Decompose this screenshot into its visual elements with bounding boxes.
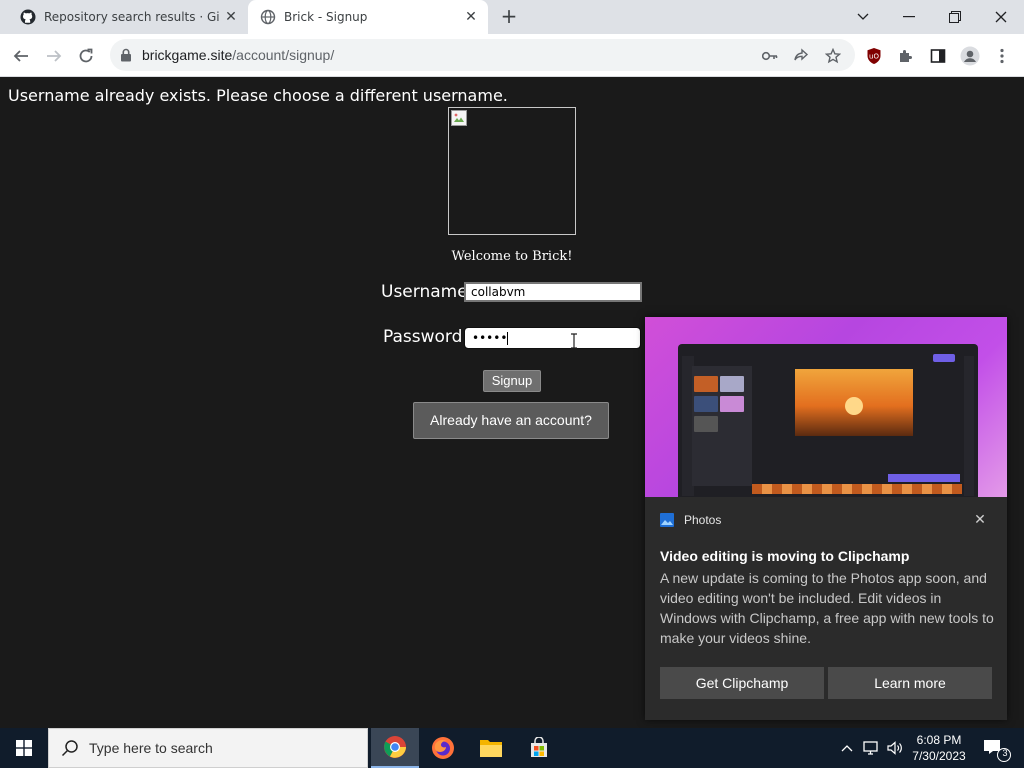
tab-search-chevron-icon[interactable]	[840, 0, 886, 34]
toast-app-name: Photos	[684, 513, 722, 527]
chrome-menu-icon[interactable]	[989, 43, 1015, 69]
new-tab-button[interactable]: +	[498, 6, 520, 28]
forward-button[interactable]	[41, 43, 67, 69]
url-domain: brickgame.site	[142, 47, 233, 63]
volume-icon[interactable]	[884, 728, 906, 768]
github-icon	[20, 9, 36, 25]
ibeam-cursor-icon	[571, 333, 577, 349]
password-key-icon[interactable]	[761, 47, 779, 65]
toast-close-icon[interactable]: ✕	[973, 513, 987, 527]
start-button[interactable]	[0, 728, 48, 768]
clock-date: 7/30/2023	[912, 749, 966, 763]
search-icon	[61, 740, 78, 757]
close-tab-icon[interactable]: ✕	[464, 10, 478, 24]
minimize-button[interactable]	[886, 0, 932, 34]
side-panel-icon[interactable]	[925, 43, 951, 69]
learn-more-button[interactable]: Learn more	[828, 667, 992, 699]
file-explorer-taskbar-icon[interactable]	[467, 728, 515, 768]
taskbar-clock[interactable]: 6:08 PM 7/30/2023	[906, 732, 972, 764]
firefox-taskbar-icon[interactable]	[419, 728, 467, 768]
error-message: Username already exists. Please choose a…	[8, 86, 508, 105]
tab-title: Repository search results · GitHub	[44, 10, 219, 24]
password-input[interactable]: •••••	[464, 327, 641, 349]
tab-strip: Repository search results · GitHub ✕ Bri…	[0, 0, 1024, 34]
username-input[interactable]: collabvm	[464, 282, 642, 302]
brick-logo-image	[448, 107, 576, 235]
toast-title: Video editing is moving to Clipchamp	[660, 548, 910, 564]
tab-brick-signup[interactable]: Brick - Signup ✕	[248, 0, 488, 34]
action-center-button[interactable]: 3	[978, 728, 1024, 768]
clipchamp-app-screenshot	[678, 344, 978, 497]
reload-button[interactable]	[73, 43, 99, 69]
network-icon[interactable]	[860, 728, 882, 768]
address-bar[interactable]: brickgame.site/account/signup/	[110, 39, 855, 71]
welcome-text: Welcome to Brick!	[451, 249, 573, 264]
url-path: /account/signup/	[232, 47, 335, 63]
ublock-origin-icon[interactable]: uO	[861, 43, 887, 69]
notification-count-badge: 3	[1002, 748, 1008, 758]
text-caret	[507, 332, 509, 345]
chrome-taskbar-icon[interactable]	[371, 728, 419, 768]
clipchamp-hero-image	[645, 317, 1007, 497]
profile-avatar[interactable]	[957, 43, 983, 69]
signup-button[interactable]: Signup	[483, 370, 541, 392]
username-label: Username:	[381, 282, 474, 302]
bookmark-star-icon[interactable]	[824, 47, 842, 65]
toast-body: A new update is coming to the Photos app…	[660, 570, 994, 646]
windows-logo-icon	[16, 740, 32, 756]
share-icon[interactable]	[792, 47, 810, 65]
get-clipchamp-button[interactable]: Get Clipchamp	[660, 667, 824, 699]
tray-overflow-chevron-icon[interactable]	[838, 728, 856, 768]
lock-icon[interactable]	[120, 47, 132, 66]
username-value: collabvm	[471, 285, 526, 299]
microsoft-store-taskbar-icon[interactable]	[515, 728, 563, 768]
search-placeholder: Type here to search	[89, 740, 213, 756]
password-label: Password:	[383, 327, 469, 347]
windows-taskbar: Type here to search 6:08 PM 7/30/2023 3	[0, 728, 1024, 768]
clock-time: 6:08 PM	[916, 733, 962, 747]
tab-github-search[interactable]: Repository search results · GitHub ✕	[8, 0, 248, 34]
extensions-puzzle-icon[interactable]	[893, 43, 919, 69]
svg-text:uO: uO	[869, 53, 879, 61]
broken-image-icon	[451, 110, 467, 126]
tab-title: Brick - Signup	[284, 10, 368, 24]
photos-app-icon	[660, 513, 674, 527]
close-tab-icon[interactable]: ✕	[224, 10, 238, 24]
photos-notification-toast[interactable]: Photos ✕ Video editing is moving to Clip…	[645, 317, 1007, 720]
back-button[interactable]	[8, 43, 34, 69]
taskbar-search-box[interactable]: Type here to search	[48, 728, 368, 768]
url-text: brickgame.site/account/signup/	[142, 47, 334, 63]
already-have-account-button[interactable]: Already have an account?	[413, 402, 609, 439]
toast-app-header: Photos	[660, 513, 721, 527]
globe-icon	[260, 9, 276, 25]
restore-button[interactable]	[932, 0, 978, 34]
browser-toolbar: brickgame.site/account/signup/ uO	[0, 34, 1024, 77]
password-value: •••••	[472, 331, 508, 345]
close-window-button[interactable]	[978, 0, 1024, 34]
